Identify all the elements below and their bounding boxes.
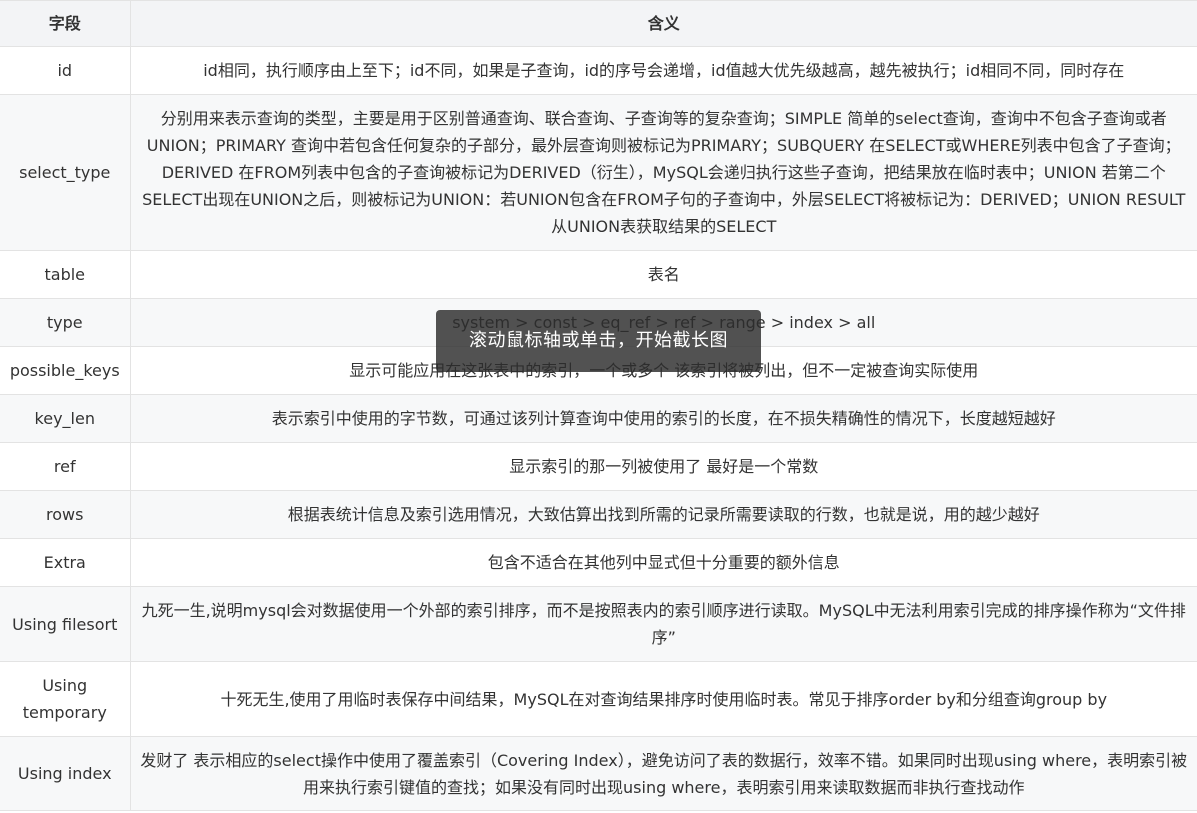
row-meaning: 发财了 表示相应的select操作中使用了覆盖索引（Covering Index…	[130, 736, 1197, 811]
row-field: Using index	[0, 736, 131, 811]
header-meaning: 含义	[130, 0, 1197, 47]
table-row: Using filesort 九死一生,说明mysql会对数据使用一个外部的索引…	[0, 586, 1197, 662]
table-row: Using index 发财了 表示相应的select操作中使用了覆盖索引（Co…	[0, 736, 1197, 811]
table-row: id id相同，执行顺序由上至下；id不同，如果是子查询，id的序号会递增，id…	[0, 46, 1197, 95]
row-meaning: 九死一生,说明mysql会对数据使用一个外部的索引排序，而不是按照表内的索引顺序…	[130, 586, 1197, 662]
row-meaning: 十死无生,使用了用临时表保存中间结果，MySQL在对查询结果排序时使用临时表。常…	[130, 661, 1197, 737]
row-field: table	[0, 250, 131, 299]
row-field: select_type	[0, 94, 131, 251]
row-field: possible_keys	[0, 346, 131, 395]
table-row: select_type 分别用来表示查询的类型，主要是用于区别普通查询、联合查询…	[0, 94, 1197, 251]
row-field: key_len	[0, 394, 131, 443]
row-meaning: 表示索引中使用的字节数，可通过该列计算查询中使用的索引的长度，在不损失精确性的情…	[130, 394, 1197, 443]
row-meaning: 分别用来表示查询的类型，主要是用于区别普通查询、联合查询、子查询等的复杂查询；S…	[130, 94, 1197, 251]
table-row: rows 根据表统计信息及索引选用情况，大致估算出找到所需的记录所需要读取的行数…	[0, 490, 1197, 539]
header-field: 字段	[0, 0, 131, 47]
table-row: key_len 表示索引中使用的字节数，可通过该列计算查询中使用的索引的长度，在…	[0, 394, 1197, 443]
row-meaning: id相同，执行顺序由上至下；id不同，如果是子查询，id的序号会递增，id值越大…	[130, 46, 1197, 95]
row-field: id	[0, 46, 131, 95]
table-row: ref 显示索引的那一列被使用了 最好是一个常数	[0, 442, 1197, 491]
table-row: Using temporary 十死无生,使用了用临时表保存中间结果，MySQL…	[0, 661, 1197, 737]
row-meaning: 表名	[130, 250, 1197, 299]
table-row: table 表名	[0, 250, 1197, 299]
row-field: ref	[0, 442, 131, 491]
row-field: type	[0, 298, 131, 347]
table-header-row: 字段 含义	[0, 0, 1197, 47]
row-field: Using temporary	[0, 661, 131, 737]
row-field: rows	[0, 490, 131, 539]
row-meaning: 包含不适合在其他列中显式但十分重要的额外信息	[130, 538, 1197, 587]
row-field: Extra	[0, 538, 131, 587]
row-meaning: 显示索引的那一列被使用了 最好是一个常数	[130, 442, 1197, 491]
table-row: Extra 包含不适合在其他列中显式但十分重要的额外信息	[0, 538, 1197, 587]
explain-fields-table: 字段 含义 id id相同，执行顺序由上至下；id不同，如果是子查询，id的序号…	[0, 0, 1197, 811]
row-meaning: 根据表统计信息及索引选用情况，大致估算出找到所需的记录所需要读取的行数，也就是说…	[130, 490, 1197, 539]
scroll-capture-toast[interactable]: 滚动鼠标轴或单击，开始截长图	[436, 310, 761, 372]
row-field: Using filesort	[0, 586, 131, 662]
